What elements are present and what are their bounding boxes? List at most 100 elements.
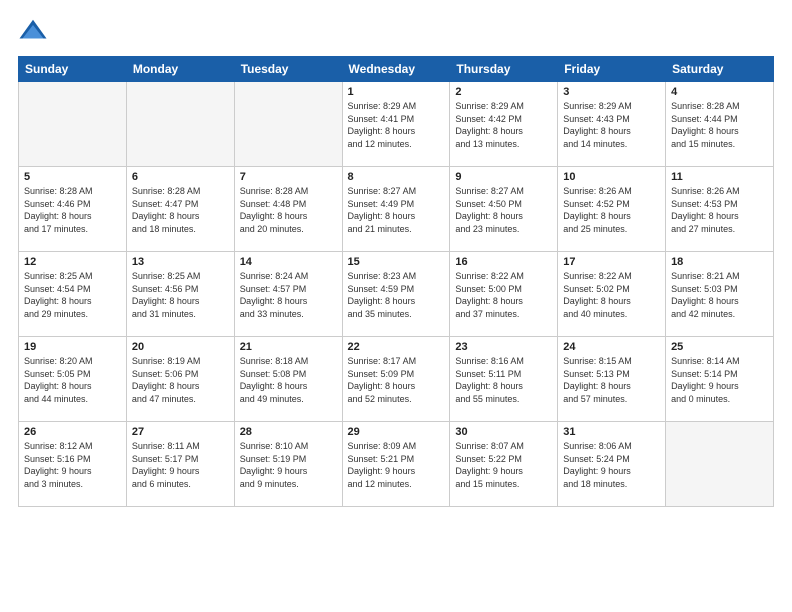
day-info: Sunrise: 8:14 AM Sunset: 5:14 PM Dayligh… [671,355,768,405]
day-info: Sunrise: 8:29 AM Sunset: 4:42 PM Dayligh… [455,100,552,150]
calendar-cell [126,82,234,167]
calendar-cell: 24Sunrise: 8:15 AM Sunset: 5:13 PM Dayli… [558,337,666,422]
day-number: 26 [24,426,121,438]
week-row-3: 12 Sunrise: 8:25 AM Sunset: 4:54 PM Dayli… [19,252,774,337]
day-info: Sunrise: 8:26 AM Sunset: 4:52 PM Dayligh… [563,185,660,235]
calendar-cell: 3 Sunrise: 8:29 AM Sunset: 4:43 PM Daylig… [558,82,666,167]
day-number: 2 [455,86,552,98]
calendar-cell: 15Sunrise: 8:23 AM Sunset: 4:59 PM Dayli… [342,252,450,337]
day-info: Sunrise: 8:19 AM Sunset: 5:06 PM Dayligh… [132,355,229,405]
day-info: Sunrise: 8:28 AM Sunset: 4:47 PM Dayligh… [132,185,229,235]
weekday-header-monday: Monday [126,57,234,82]
weekday-header-thursday: Thursday [450,57,558,82]
day-info: Sunrise: 8:10 AM Sunset: 5:19 PM Dayligh… [240,440,337,490]
calendar-cell: 11 Sunrise: 8:26 AM Sunset: 4:53 PM Dayli… [666,167,774,252]
day-info: Sunrise: 8:11 AM Sunset: 5:17 PM Dayligh… [132,440,229,490]
day-number: 25 [671,341,768,353]
day-number: 19 [24,341,121,353]
weekday-header-saturday: Saturday [666,57,774,82]
day-number: 23 [455,341,552,353]
weekday-header-wednesday: Wednesday [342,57,450,82]
day-info: Sunrise: 8:17 AM Sunset: 5:09 PM Dayligh… [348,355,445,405]
calendar: SundayMondayTuesdayWednesdayThursdayFrid… [18,56,774,507]
day-info: Sunrise: 8:28 AM Sunset: 4:46 PM Dayligh… [24,185,121,235]
day-info: Sunrise: 8:25 AM Sunset: 4:54 PM Dayligh… [24,270,121,320]
day-info: Sunrise: 8:28 AM Sunset: 4:44 PM Dayligh… [671,100,768,150]
day-info: Sunrise: 8:16 AM Sunset: 5:11 PM Dayligh… [455,355,552,405]
day-number: 18 [671,256,768,268]
day-info: Sunrise: 8:20 AM Sunset: 5:05 PM Dayligh… [24,355,121,405]
calendar-cell [666,422,774,507]
day-info: Sunrise: 8:29 AM Sunset: 4:41 PM Dayligh… [348,100,445,150]
week-row-2: 5 Sunrise: 8:28 AM Sunset: 4:46 PM Daylig… [19,167,774,252]
calendar-cell: 12 Sunrise: 8:25 AM Sunset: 4:54 PM Dayli… [19,252,127,337]
day-number: 21 [240,341,337,353]
week-row-1: 1 Sunrise: 8:29 AM Sunset: 4:41 PM Daylig… [19,82,774,167]
calendar-cell: 6 Sunrise: 8:28 AM Sunset: 4:47 PM Daylig… [126,167,234,252]
day-number: 20 [132,341,229,353]
day-info: Sunrise: 8:09 AM Sunset: 5:21 PM Dayligh… [348,440,445,490]
day-number: 16 [455,256,552,268]
day-number: 7 [240,171,337,183]
day-info: Sunrise: 8:26 AM Sunset: 4:53 PM Dayligh… [671,185,768,235]
day-info: Sunrise: 8:22 AM Sunset: 5:00 PM Dayligh… [455,270,552,320]
day-info: Sunrise: 8:25 AM Sunset: 4:56 PM Dayligh… [132,270,229,320]
calendar-cell: 20 Sunrise: 8:19 AM Sunset: 5:06 PM Dayli… [126,337,234,422]
day-info: Sunrise: 8:21 AM Sunset: 5:03 PM Dayligh… [671,270,768,320]
calendar-cell: 16 Sunrise: 8:22 AM Sunset: 5:00 PM Dayli… [450,252,558,337]
calendar-cell: 23 Sunrise: 8:16 AM Sunset: 5:11 PM Dayli… [450,337,558,422]
weekday-header-row: SundayMondayTuesdayWednesdayThursdayFrid… [19,57,774,82]
logo-icon [18,16,48,46]
day-number: 1 [348,86,445,98]
calendar-cell: 17 Sunrise: 8:22 AM Sunset: 5:02 PM Dayli… [558,252,666,337]
day-info: Sunrise: 8:07 AM Sunset: 5:22 PM Dayligh… [455,440,552,490]
calendar-cell: 10 Sunrise: 8:26 AM Sunset: 4:52 PM Dayli… [558,167,666,252]
day-number: 28 [240,426,337,438]
day-number: 14 [240,256,337,268]
day-info: Sunrise: 8:27 AM Sunset: 4:50 PM Dayligh… [455,185,552,235]
calendar-cell: 30 Sunrise: 8:07 AM Sunset: 5:22 PM Dayli… [450,422,558,507]
weekday-header-friday: Friday [558,57,666,82]
logo [18,16,54,46]
calendar-cell: 18 Sunrise: 8:21 AM Sunset: 5:03 PM Dayli… [666,252,774,337]
day-number: 3 [563,86,660,98]
day-number: 10 [563,171,660,183]
day-number: 15 [348,256,445,268]
day-number: 17 [563,256,660,268]
calendar-cell: 14 Sunrise: 8:24 AM Sunset: 4:57 PM Dayli… [234,252,342,337]
day-number: 6 [132,171,229,183]
page: SundayMondayTuesdayWednesdayThursdayFrid… [0,0,792,612]
calendar-cell: 27Sunrise: 8:11 AM Sunset: 5:17 PM Dayli… [126,422,234,507]
day-number: 5 [24,171,121,183]
day-info: Sunrise: 8:22 AM Sunset: 5:02 PM Dayligh… [563,270,660,320]
day-number: 8 [348,171,445,183]
day-info: Sunrise: 8:24 AM Sunset: 4:57 PM Dayligh… [240,270,337,320]
calendar-cell: 19 Sunrise: 8:20 AM Sunset: 5:05 PM Dayli… [19,337,127,422]
day-number: 13 [132,256,229,268]
day-number: 22 [348,341,445,353]
day-info: Sunrise: 8:28 AM Sunset: 4:48 PM Dayligh… [240,185,337,235]
day-info: Sunrise: 8:29 AM Sunset: 4:43 PM Dayligh… [563,100,660,150]
calendar-cell: 5 Sunrise: 8:28 AM Sunset: 4:46 PM Daylig… [19,167,127,252]
calendar-cell: 13 Sunrise: 8:25 AM Sunset: 4:56 PM Dayli… [126,252,234,337]
header [18,16,774,46]
weekday-header-sunday: Sunday [19,57,127,82]
calendar-cell [234,82,342,167]
day-number: 12 [24,256,121,268]
calendar-cell: 4Sunrise: 8:28 AM Sunset: 4:44 PM Daylig… [666,82,774,167]
day-number: 11 [671,171,768,183]
calendar-cell: 28 Sunrise: 8:10 AM Sunset: 5:19 PM Dayli… [234,422,342,507]
day-number: 30 [455,426,552,438]
calendar-cell: 2 Sunrise: 8:29 AM Sunset: 4:42 PM Daylig… [450,82,558,167]
day-info: Sunrise: 8:06 AM Sunset: 5:24 PM Dayligh… [563,440,660,490]
day-number: 29 [348,426,445,438]
day-number: 24 [563,341,660,353]
calendar-cell: 8Sunrise: 8:27 AM Sunset: 4:49 PM Daylig… [342,167,450,252]
calendar-cell [19,82,127,167]
week-row-4: 19 Sunrise: 8:20 AM Sunset: 5:05 PM Dayli… [19,337,774,422]
calendar-cell: 25 Sunrise: 8:14 AM Sunset: 5:14 PM Dayli… [666,337,774,422]
calendar-cell: 31Sunrise: 8:06 AM Sunset: 5:24 PM Dayli… [558,422,666,507]
calendar-cell: 26Sunrise: 8:12 AM Sunset: 5:16 PM Dayli… [19,422,127,507]
calendar-cell: 21Sunrise: 8:18 AM Sunset: 5:08 PM Dayli… [234,337,342,422]
calendar-cell: 1 Sunrise: 8:29 AM Sunset: 4:41 PM Daylig… [342,82,450,167]
